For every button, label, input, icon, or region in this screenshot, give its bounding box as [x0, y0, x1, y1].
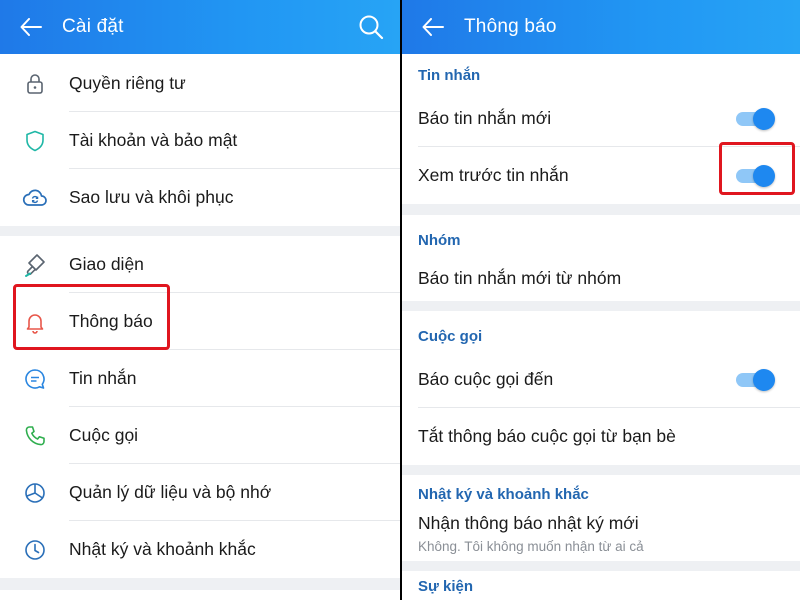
setting-new-message-alert[interactable]: Báo tin nhắn mới — [402, 90, 800, 147]
arrow-left-icon — [422, 18, 444, 36]
menu-item-messages[interactable]: Tin nhắn — [0, 350, 400, 407]
back-button[interactable] — [416, 10, 450, 44]
toggle-new-message-alert[interactable] — [736, 107, 776, 130]
menu-group-privacy: Quyền riêng tư Tài khoản và bảo mật Sao … — [0, 55, 400, 226]
pie-chart-icon — [22, 480, 48, 506]
section-title-messages: Tin nhắn — [418, 67, 481, 84]
page-title: Thông báo — [464, 16, 557, 37]
notifications-panel: Thông báo Tin nhắn Báo tin nhắn mới Xem … — [402, 0, 800, 600]
menu-item-data-storage[interactable]: Quản lý dữ liệu và bộ nhớ — [0, 464, 400, 521]
toggle-knob — [753, 164, 775, 187]
menu-item-label: Quyền riêng tư — [69, 73, 186, 93]
bell-icon — [22, 309, 48, 335]
menu-item-label: Tin nhắn — [69, 368, 137, 388]
notifications-header: Thông báo — [402, 0, 800, 54]
phone-icon — [22, 423, 48, 449]
toggle-incoming-call-alert[interactable] — [736, 368, 776, 391]
section-title-diary: Nhật ký và khoảnh khắc — [418, 486, 589, 503]
setting-incoming-call-alert[interactable]: Báo cuộc gọi đến — [402, 351, 800, 408]
menu-item-label: Thông báo — [69, 311, 153, 331]
setting-mute-friend-calls[interactable]: Tắt thông báo cuộc gọi từ bạn bè — [402, 408, 800, 465]
paint-brush-icon — [22, 252, 48, 278]
setting-diary-notification[interactable]: Nhận thông báo nhật ký mới Không. Tôi kh… — [402, 509, 800, 561]
menu-item-calls[interactable]: Cuộc gọi — [0, 407, 400, 464]
toggle-knob — [753, 107, 775, 130]
setting-message-preview[interactable]: Xem trước tin nhắn — [402, 147, 800, 204]
menu-item-label: Quản lý dữ liệu và bộ nhớ — [69, 482, 272, 502]
menu-item-backup-restore[interactable]: Sao lưu và khôi phục — [0, 169, 400, 226]
section-separator — [0, 578, 400, 590]
lock-icon — [22, 71, 48, 97]
back-button[interactable] — [14, 10, 48, 44]
menu-item-label: Sao lưu và khôi phục — [69, 187, 234, 207]
menu-group-app: Giao diện Thông báo Tin nhắn Cuộc gọi Qu… — [0, 236, 400, 578]
page-title: Cài đặt — [62, 16, 124, 37]
menu-item-account-security[interactable]: Tài khoản và bảo mật — [0, 112, 400, 169]
menu-item-label: Nhật ký và khoảnh khắc — [69, 539, 256, 559]
toggle-knob — [753, 368, 775, 391]
setting-group-message-alert[interactable]: Báo tin nhắn mới từ nhóm — [402, 255, 800, 301]
section-separator — [402, 465, 800, 475]
menu-item-label: Cuộc gọi — [69, 425, 139, 445]
arrow-left-icon — [20, 18, 42, 36]
setting-label: Báo tin nhắn mới — [418, 108, 552, 128]
setting-label: Xem trước tin nhắn — [418, 165, 569, 185]
setting-sublabel: Không. Tôi không muốn nhận từ ai cả — [418, 539, 644, 554]
toggle-message-preview[interactable] — [736, 164, 776, 187]
chat-bubble-icon — [22, 366, 48, 392]
setting-label: Nhận thông báo nhật ký mới — [418, 513, 639, 533]
section-title-events: Sự kiện — [418, 578, 474, 595]
section-separator — [402, 301, 800, 311]
menu-item-label: Giao diện — [69, 254, 144, 274]
section-separator — [402, 204, 800, 215]
shield-icon — [22, 128, 48, 154]
section-title-groups: Nhóm — [418, 232, 461, 249]
search-button[interactable] — [356, 12, 386, 42]
menu-item-appearance[interactable]: Giao diện — [0, 236, 400, 293]
menu-item-label: Tài khoản và bảo mật — [69, 130, 238, 150]
settings-panel: Cài đặt Quyền riêng tư Tài khoản và bảo … — [0, 0, 400, 600]
section-separator — [402, 561, 800, 571]
cloud-sync-icon — [22, 185, 48, 211]
menu-item-notifications[interactable]: Thông báo — [0, 293, 400, 350]
setting-label: Báo tin nhắn mới từ nhóm — [418, 267, 622, 288]
search-icon — [359, 15, 384, 40]
menu-item-diary-moments[interactable]: Nhật ký và khoảnh khắc — [0, 521, 400, 578]
menu-item-privacy[interactable]: Quyền riêng tư — [0, 55, 400, 112]
section-separator — [0, 226, 400, 236]
section-title-calls: Cuộc gọi — [418, 328, 483, 345]
setting-label: Tắt thông báo cuộc gọi từ bạn bè — [418, 426, 676, 446]
setting-label: Báo cuộc gọi đến — [418, 369, 554, 389]
clock-icon — [22, 537, 48, 563]
settings-header: Cài đặt — [0, 0, 400, 54]
